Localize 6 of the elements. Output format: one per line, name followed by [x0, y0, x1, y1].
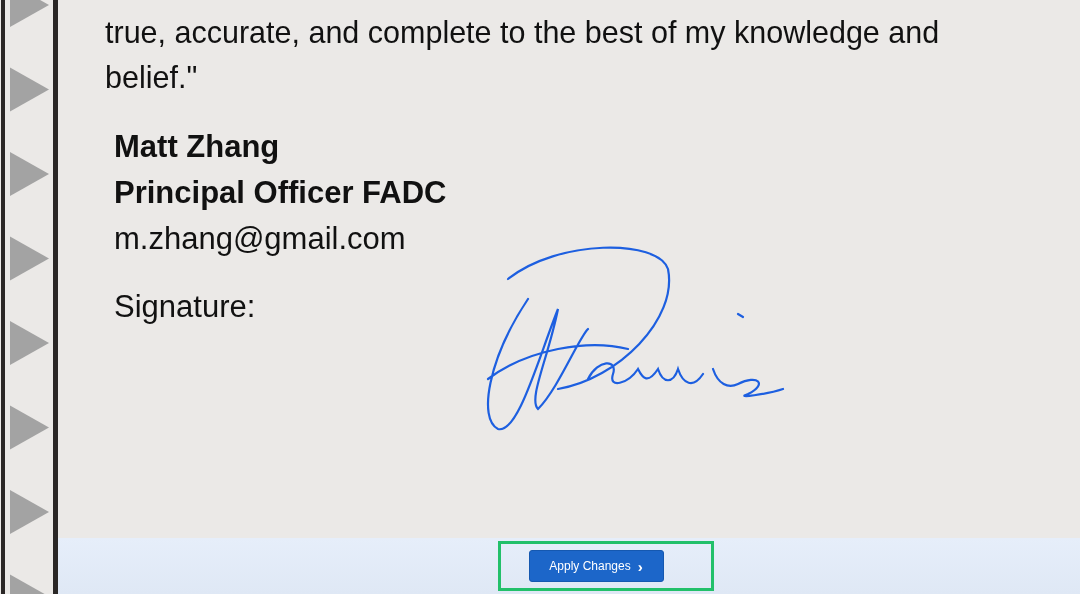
statement-text: true, accurate, and complete to the best of my knowledge and belief."	[105, 14, 941, 96]
signature-label: Signature:	[114, 288, 256, 326]
signer-title: Principal Officer FADC	[114, 174, 447, 212]
signer-name: Matt Zhang	[114, 128, 280, 166]
signer-email: m.zhang@gmail.com	[114, 220, 406, 258]
apply-changes-button[interactable]: Apply Changes ›	[528, 550, 664, 582]
